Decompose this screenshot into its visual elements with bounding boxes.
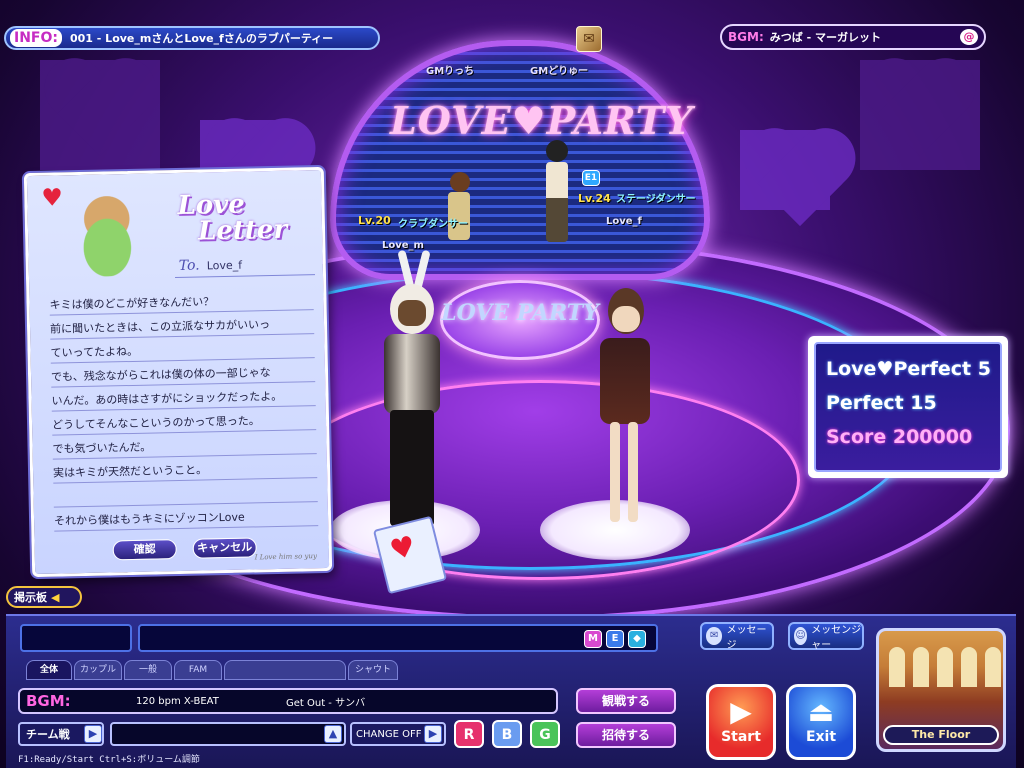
floor-label: The Floor [883,725,999,745]
team-field[interactable] [110,722,346,746]
messenger-icon: ☺ [794,627,808,645]
b-button[interactable]: B [492,720,522,748]
letter-line: それから僕はもうキミにゾッコンLove [53,502,319,532]
right-dancer-name: Love_f [606,216,642,227]
message-button[interactable]: ✉ メッセージ [700,622,774,651]
team-field-up-arrow-icon[interactable]: ▲ [324,725,342,743]
bgm-top-text: みつば - マーガレット [769,31,881,44]
chat-tabs: 全体 カップル 一般 FAM シャウト [26,660,400,680]
g-button[interactable]: G [530,720,560,748]
team-battle-label: チーム戦 [26,728,70,741]
bgm-bar-bpm: 120 bpm X-BEAT [136,695,219,707]
tab-custom[interactable] [224,660,346,680]
letter-signature: I Love him so yuy [254,552,317,562]
tab-shout[interactable]: シャウト [348,660,398,680]
bbs-button[interactable]: 掲示板 ◀ [6,586,82,608]
score-panel-inner: Love♥Perfect 5 Perfect 15 Score 200000 [814,342,1002,472]
tab-general[interactable]: 一般 [124,660,172,680]
floor-arch [985,647,1001,687]
heart-icon: ♥ [41,183,64,212]
love-perfect-count: Love♥Perfect 5 [826,358,991,380]
r-button[interactable]: R [454,720,484,748]
chat-mode-3-button[interactable]: ◆ [628,630,646,648]
tab-all[interactable]: 全体 [26,660,72,680]
message-label: メッセージ [726,625,767,651]
letter-title: Love Letter [167,190,308,247]
gm-dancer-2[interactable] [540,140,574,244]
letter-to-label: To. [178,257,200,274]
letter-cancel-button[interactable]: キャンセル [192,537,257,559]
letter-to-rule [175,274,316,279]
chat-input[interactable] [138,624,658,652]
change-label: CHANGE OFF [356,728,422,740]
bg-heart-right [860,60,980,170]
info-bar: INFO: 001 - Love_mさんとLove_fさんのラブパーティー [4,26,380,50]
love-letter-dialog: ♥ Love Letter To. Love_f キミは僕のどこが好きなんだい？… [23,166,333,578]
messenger-label: メッセンジャー [811,625,862,651]
keyboard-help: F1:Ready/Start Ctrl+S:ボリューム調節 [18,755,200,765]
chat-target-field[interactable] [20,624,132,652]
dancer-love-f[interactable] [594,288,656,532]
floor-arch [961,647,977,687]
center-disc-text: LOVE PARTY [441,300,599,326]
left-dancer-title: クラブダンサー [398,219,468,230]
room-icon[interactable]: ✉ [576,26,602,52]
message-icon: ✉ [706,627,723,645]
letter-body: キミは僕のどこが好きなんだい？ 前に聞いたときは、この立派なサカがいいっ ていっ… [49,286,319,532]
bg-heart-right-small [740,130,830,210]
letter-to-name: Love_f [206,258,243,273]
start-button[interactable]: ▶ Start [706,684,776,760]
floor-arch [889,647,905,687]
gm-dancer-1[interactable] [444,172,474,242]
info-text: 001 - Love_mさんとLove_fさんのラブパーティー [70,32,334,45]
left-dancer-level: Lv.20 [358,214,391,227]
perfect-count: Perfect 15 [826,392,937,414]
score-total: Score 200000 [826,426,973,448]
gm-name-2: GMどりゅー [530,66,589,77]
stage-logo: LOVE♥PARTY [390,98,694,143]
info-tag: INFO: [10,29,62,47]
spectate-button[interactable]: 観戦する [576,688,676,714]
score-panel: Love♥Perfect 5 Perfect 15 Score 200000 [808,336,1008,478]
bgm-top-tag: BGM: [728,30,764,44]
bgm-bar: BGM: 120 bpm X-BEAT Get Out - サンバ [18,688,558,714]
bgm-change-icon[interactable]: @ [960,29,978,45]
right-dancer-badge: E1 [582,170,600,186]
change-next-arrow-icon[interactable]: ▶ [424,725,442,743]
floor-arch [937,647,953,687]
chat-mode-e-button[interactable]: E [606,630,624,648]
dancer-love-m[interactable] [374,249,448,534]
messenger-button[interactable]: ☺ メッセンジャー [788,622,864,651]
eject-icon: ⏏ [807,695,835,728]
play-icon: ▶ [730,695,752,728]
tab-fam[interactable]: FAM [174,660,222,680]
bbs-label: 掲示板 [14,591,47,604]
teddy-bear-icon [50,179,163,278]
bgm-top-bar: BGM: みつば - マーガレット @ [720,24,986,50]
exit-label: Exit [805,729,837,745]
bgm-bar-label: BGM: [26,692,71,710]
bgm-bar-song: Get Out - サンバ [286,697,366,709]
floor-preview[interactable]: The Floor [876,628,1006,752]
floor-arch [913,647,929,687]
chat-mode-m-button[interactable]: M [584,630,602,648]
team-next-arrow-icon[interactable]: ▶ [84,725,102,743]
exit-button[interactable]: ⏏ Exit [786,684,856,760]
speaker-icon: ◀ [51,590,60,604]
start-label: Start [721,729,761,745]
bg-heart-left [40,60,160,170]
right-dancer-level: Lv.24 [578,192,611,205]
letter-confirm-button[interactable]: 確認 [112,539,177,561]
gm-name-1: GMりっち [426,66,475,77]
right-dancer-title: ステージダンサー [616,194,696,205]
invite-button[interactable]: 招待する [576,722,676,748]
tab-couple[interactable]: カップル [74,660,122,680]
